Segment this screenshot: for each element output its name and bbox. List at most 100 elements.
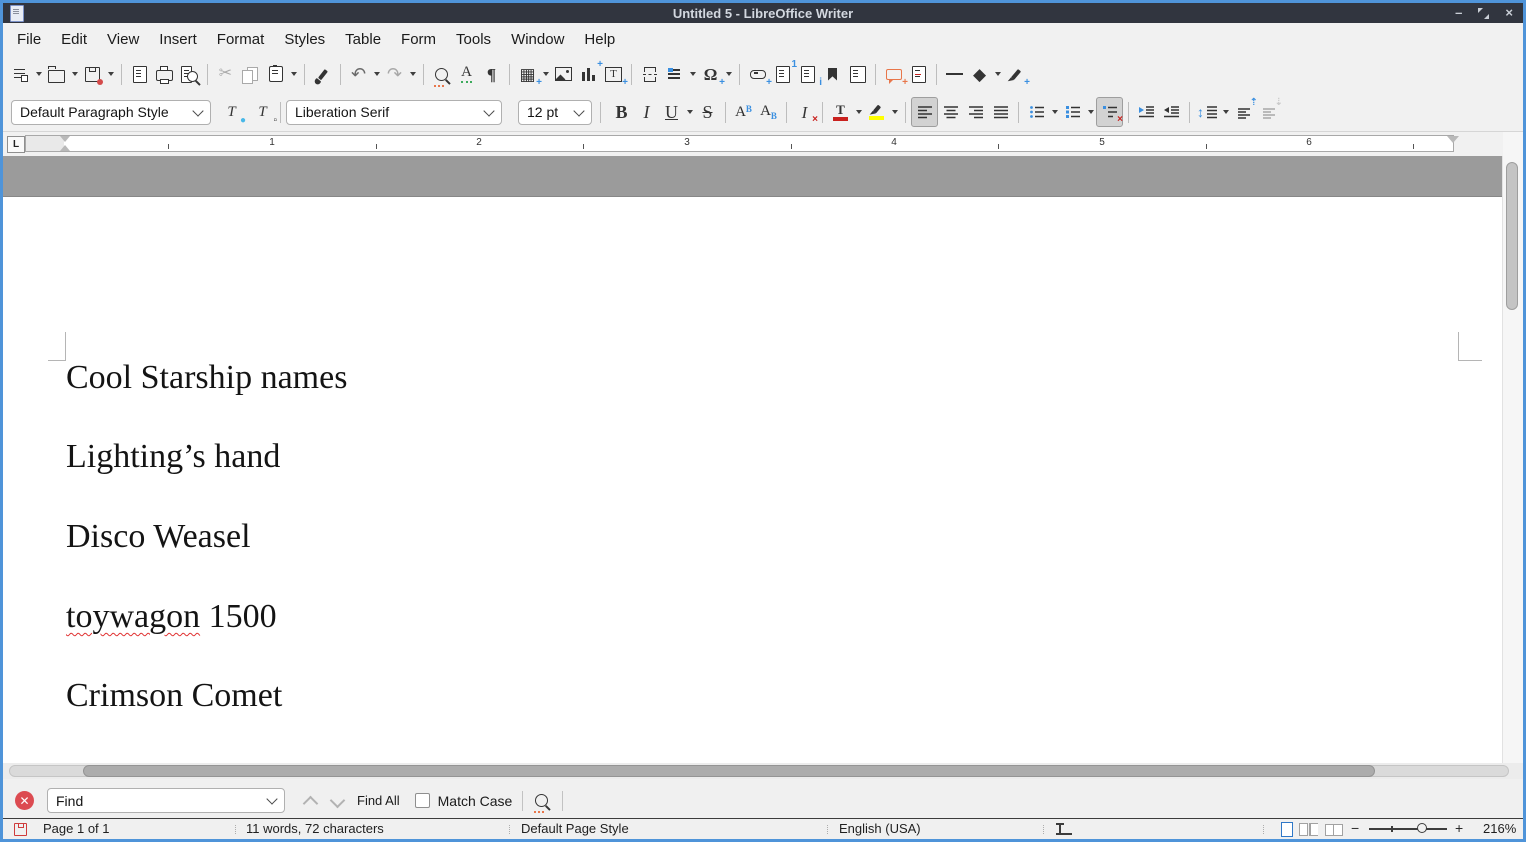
line-spacing-dropdown[interactable]: [1220, 98, 1231, 126]
superscript-button[interactable]: AB: [731, 98, 756, 126]
underline-dropdown[interactable]: [684, 98, 695, 126]
find-previous-button[interactable]: [305, 793, 316, 809]
clone-formatting-button[interactable]: [310, 60, 335, 88]
track-changes-button[interactable]: [906, 60, 931, 88]
open-dropdown[interactable]: [69, 60, 80, 88]
find-input[interactable]: Find: [47, 788, 285, 813]
insert-page-break-button[interactable]: [637, 60, 662, 88]
insert-footnote-button[interactable]: 1: [770, 60, 795, 88]
restore-button[interactable]: [1478, 8, 1489, 19]
insert-field-button[interactable]: [662, 60, 687, 88]
undo-dropdown[interactable]: [371, 60, 382, 88]
insert-line-button[interactable]: [942, 60, 967, 88]
vertical-scrollbar-thumb[interactable]: [1506, 162, 1518, 310]
update-style-button[interactable]: T●: [219, 98, 244, 126]
insert-table-button[interactable]: ▦+: [515, 60, 540, 88]
underline-button[interactable]: U: [659, 98, 684, 126]
decrease-paragraph-spacing-button[interactable]: ⇣: [1256, 98, 1281, 126]
increase-indent-button[interactable]: [1134, 98, 1159, 126]
new-document-button[interactable]: [8, 60, 33, 88]
multi-page-view-button[interactable]: [1299, 823, 1308, 836]
close-button[interactable]: ×: [1505, 3, 1513, 23]
new-document-dropdown[interactable]: [33, 60, 44, 88]
zoom-level[interactable]: 216%: [1483, 821, 1516, 836]
insert-comment-button[interactable]: +: [881, 60, 906, 88]
paragraph[interactable]: toywagon 1500: [66, 597, 277, 637]
insert-image-button[interactable]: [551, 60, 576, 88]
redo-dropdown[interactable]: [407, 60, 418, 88]
align-left-button[interactable]: [911, 97, 938, 127]
ordered-list-dropdown[interactable]: [1085, 98, 1096, 126]
font-color-button[interactable]: T: [828, 98, 853, 126]
close-find-bar-button[interactable]: ✕: [15, 791, 34, 810]
find-and-replace-button[interactable]: [535, 794, 548, 807]
paragraph[interactable]: Lighting’s hand: [66, 437, 280, 477]
unordered-list-dropdown[interactable]: [1049, 98, 1060, 126]
paragraph[interactable]: Crimson Comet: [66, 676, 282, 716]
match-case-checkbox[interactable]: [415, 793, 430, 808]
insert-cross-reference-button[interactable]: [845, 60, 870, 88]
highlight-color-button[interactable]: [864, 98, 889, 126]
font-size-combobox[interactable]: 12 pt: [518, 100, 592, 125]
menu-item-form[interactable]: Form: [391, 26, 446, 53]
highlight-color-dropdown[interactable]: [889, 98, 900, 126]
print-preview-button[interactable]: [177, 60, 202, 88]
clear-formatting-button[interactable]: I×: [792, 98, 817, 126]
zoom-slider-track[interactable]: [1369, 828, 1447, 830]
zoom-out-button[interactable]: −: [1351, 820, 1359, 836]
menu-item-insert[interactable]: Insert: [149, 26, 207, 53]
page-number-status[interactable]: Page 1 of 1: [43, 821, 110, 836]
copy-button[interactable]: [238, 60, 263, 88]
right-indent-marker[interactable]: [1447, 136, 1459, 143]
open-button[interactable]: [44, 60, 69, 88]
align-center-button[interactable]: [938, 98, 963, 126]
first-line-indent-marker[interactable]: [60, 136, 70, 142]
no-list-button[interactable]: ×: [1096, 97, 1123, 127]
left-indent-marker[interactable]: [60, 145, 70, 151]
menu-item-help[interactable]: Help: [574, 26, 625, 53]
formatting-marks-button[interactable]: ¶: [479, 60, 504, 88]
new-style-button[interactable]: T▫: [250, 98, 275, 126]
basic-shapes-dropdown[interactable]: [992, 60, 1003, 88]
menu-item-format[interactable]: Format: [207, 26, 275, 53]
vertical-scrollbar[interactable]: [1502, 156, 1523, 763]
align-right-button[interactable]: [963, 98, 988, 126]
zoom-slider-thumb[interactable]: [1417, 823, 1427, 833]
cut-button[interactable]: ✂: [213, 60, 238, 88]
menu-item-styles[interactable]: Styles: [274, 26, 335, 53]
tab-stop-selector[interactable]: L: [7, 136, 25, 153]
export-pdf-button[interactable]: [127, 60, 152, 88]
horizontal-ruler[interactable]: 1 2 3 4 5 6: [25, 135, 1454, 152]
menu-item-tools[interactable]: Tools: [446, 26, 501, 53]
align-justified-button[interactable]: [988, 98, 1013, 126]
horizontal-scrollbar-thumb[interactable]: [83, 765, 1375, 777]
basic-shapes-button[interactable]: ◆: [967, 60, 992, 88]
menu-item-window[interactable]: Window: [501, 26, 574, 53]
undo-button[interactable]: ↶: [346, 60, 371, 88]
find-replace-button[interactable]: [429, 60, 454, 88]
find-all-button[interactable]: Find All: [357, 793, 400, 808]
paragraph[interactable]: Disco Weasel: [66, 517, 251, 557]
insert-chart-button[interactable]: +: [576, 60, 601, 88]
menu-item-edit[interactable]: Edit: [51, 26, 97, 53]
font-name-combobox[interactable]: Liberation Serif: [286, 100, 502, 125]
strikethrough-button[interactable]: S: [695, 98, 720, 126]
paste-button[interactable]: [263, 60, 288, 88]
bold-button[interactable]: B: [609, 98, 634, 126]
subscript-button[interactable]: AB: [756, 98, 781, 126]
language-status[interactable]: English (USA): [839, 821, 921, 836]
menu-item-file[interactable]: File: [7, 26, 51, 53]
insert-field-dropdown[interactable]: [687, 60, 698, 88]
document-modified-icon[interactable]: [14, 823, 27, 836]
minimize-button[interactable]: –: [1455, 3, 1462, 23]
insert-hyperlink-button[interactable]: +: [745, 60, 770, 88]
line-spacing-button[interactable]: ↕: [1195, 98, 1220, 126]
font-color-dropdown[interactable]: [853, 98, 864, 126]
find-next-button[interactable]: [332, 795, 343, 806]
word-count-status[interactable]: 11 words, 72 characters: [246, 821, 384, 836]
print-button[interactable]: [152, 60, 177, 88]
save-button[interactable]: [80, 60, 105, 88]
save-dropdown[interactable]: [105, 60, 116, 88]
increase-paragraph-spacing-button[interactable]: ⇡: [1231, 98, 1256, 126]
ordered-list-button[interactable]: [1060, 98, 1085, 126]
